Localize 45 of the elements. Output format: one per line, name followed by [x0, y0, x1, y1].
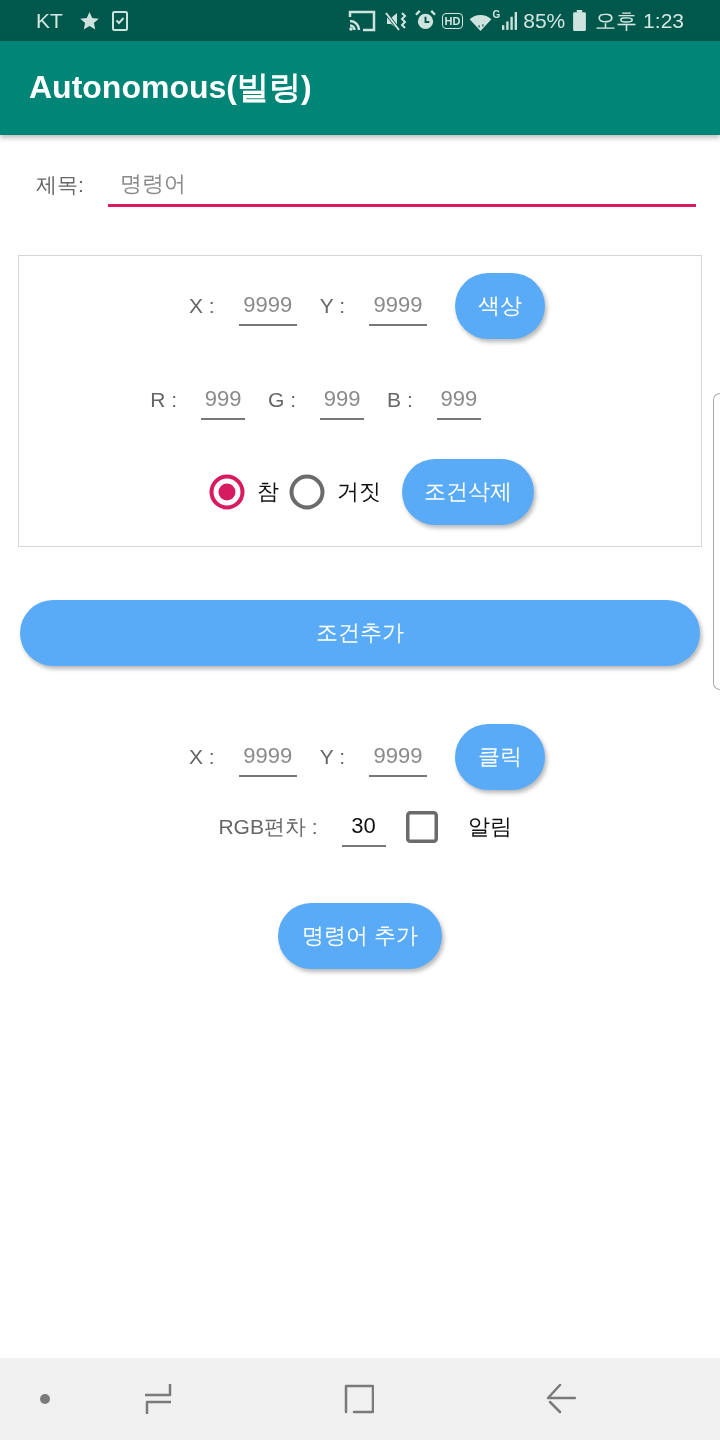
color-button[interactable]: 색상 — [455, 273, 545, 339]
deviation-input[interactable]: 30 — [341, 807, 386, 847]
app-title: Autonomous(빌링) — [29, 68, 312, 107]
coordinate-input[interactable]: 9999 — [238, 737, 297, 777]
wifi-icon — [469, 12, 493, 32]
coordinate-label: Y : — [319, 745, 345, 769]
clock-time: 오후 1:23 — [595, 8, 684, 33]
coordinate-input[interactable]: 9999 — [238, 286, 297, 326]
radio-option[interactable]: 거짓 — [288, 474, 381, 510]
rgb-label: G : — [268, 388, 297, 412]
dot-icon[interactable] — [40, 1394, 50, 1404]
home-icon[interactable] — [344, 1384, 374, 1414]
coordinate-input[interactable]: 9999 — [369, 286, 427, 326]
coordinate-label: X : — [189, 294, 215, 318]
edge-panel-handle[interactable] — [713, 393, 720, 690]
network-type-label: G — [492, 9, 501, 20]
rgb-input[interactable]: 999 — [436, 380, 481, 420]
recent-apps-icon[interactable] — [144, 1383, 172, 1415]
add-command-button[interactable]: 명령어 추가 — [277, 903, 443, 969]
click-button[interactable]: 클릭 — [455, 724, 545, 790]
rgb-label: R : — [150, 388, 178, 412]
rgb-input[interactable]: 999 — [201, 380, 246, 420]
alarm-clock-icon — [414, 10, 436, 31]
coordinate-label: Y : — [319, 294, 345, 318]
battery-icon — [573, 10, 587, 31]
title-input[interactable]: 명령어 — [107, 163, 696, 207]
coordinate-input[interactable]: 9999 — [369, 737, 427, 777]
title-label: 제목: — [36, 172, 84, 198]
back-icon[interactable] — [546, 1384, 576, 1414]
coordinate-label: X : — [189, 745, 215, 769]
alert-checkbox[interactable]: 알림 — [405, 811, 512, 843]
star-icon — [79, 11, 99, 30]
signal-bars-icon — [502, 11, 518, 30]
carrier-name: KT — [36, 8, 63, 33]
muted-speaker-icon — [384, 9, 409, 32]
cast-icon — [347, 9, 376, 32]
delete-condition-button[interactable]: 조건삭제 — [401, 459, 534, 525]
rgb-label: B : — [387, 388, 413, 412]
add-condition-button[interactable]: 조건추가 — [20, 600, 700, 666]
rgb-input[interactable]: 999 — [320, 380, 365, 420]
hd-voice-badge: HD — [441, 12, 464, 29]
battery-percentage: 85% — [523, 8, 566, 33]
radio-option[interactable]: 참 — [208, 474, 279, 510]
deviation-label: RGB편차 : — [218, 814, 318, 840]
clipboard-check-icon — [111, 10, 128, 31]
